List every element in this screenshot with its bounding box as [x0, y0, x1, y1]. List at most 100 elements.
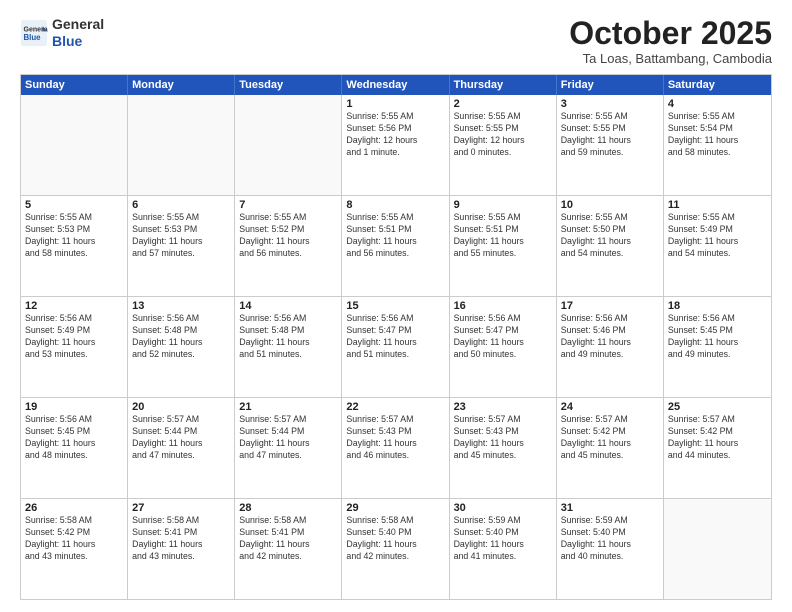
cell-content: Sunrise: 5:57 AM Sunset: 5:44 PM Dayligh… [239, 414, 337, 462]
empty-cell-0-2 [235, 95, 342, 195]
calendar-row-2: 12Sunrise: 5:56 AM Sunset: 5:49 PM Dayli… [21, 296, 771, 397]
cell-content: Sunrise: 5:55 AM Sunset: 5:53 PM Dayligh… [132, 212, 230, 260]
calendar-body: 1Sunrise: 5:55 AM Sunset: 5:56 PM Daylig… [21, 95, 771, 599]
day-cell-17: 17Sunrise: 5:56 AM Sunset: 5:46 PM Dayli… [557, 297, 664, 397]
day-number: 2 [454, 98, 552, 110]
cell-content: Sunrise: 5:55 AM Sunset: 5:49 PM Dayligh… [668, 212, 767, 260]
weekday-header-tuesday: Tuesday [235, 75, 342, 95]
cell-content: Sunrise: 5:56 AM Sunset: 5:47 PM Dayligh… [454, 313, 552, 361]
cell-content: Sunrise: 5:56 AM Sunset: 5:47 PM Dayligh… [346, 313, 444, 361]
cell-content: Sunrise: 5:55 AM Sunset: 5:51 PM Dayligh… [454, 212, 552, 260]
cell-content: Sunrise: 5:55 AM Sunset: 5:53 PM Dayligh… [25, 212, 123, 260]
day-cell-27: 27Sunrise: 5:58 AM Sunset: 5:41 PM Dayli… [128, 499, 235, 599]
weekday-header-sunday: Sunday [21, 75, 128, 95]
day-cell-5: 5Sunrise: 5:55 AM Sunset: 5:53 PM Daylig… [21, 196, 128, 296]
day-number: 23 [454, 401, 552, 413]
day-number: 18 [668, 300, 767, 312]
cell-content: Sunrise: 5:55 AM Sunset: 5:50 PM Dayligh… [561, 212, 659, 260]
day-cell-12: 12Sunrise: 5:56 AM Sunset: 5:49 PM Dayli… [21, 297, 128, 397]
day-cell-22: 22Sunrise: 5:57 AM Sunset: 5:43 PM Dayli… [342, 398, 449, 498]
day-number: 13 [132, 300, 230, 312]
cell-content: Sunrise: 5:58 AM Sunset: 5:40 PM Dayligh… [346, 515, 444, 563]
day-cell-24: 24Sunrise: 5:57 AM Sunset: 5:42 PM Dayli… [557, 398, 664, 498]
cell-content: Sunrise: 5:55 AM Sunset: 5:52 PM Dayligh… [239, 212, 337, 260]
day-number: 5 [25, 199, 123, 211]
day-number: 6 [132, 199, 230, 211]
day-cell-2: 2Sunrise: 5:55 AM Sunset: 5:55 PM Daylig… [450, 95, 557, 195]
location: Ta Loas, Battambang, Cambodia [569, 51, 772, 66]
day-number: 29 [346, 502, 444, 514]
calendar-row-1: 5Sunrise: 5:55 AM Sunset: 5:53 PM Daylig… [21, 195, 771, 296]
weekday-header-thursday: Thursday [450, 75, 557, 95]
day-number: 27 [132, 502, 230, 514]
month-title: October 2025 [569, 16, 772, 51]
calendar-header: SundayMondayTuesdayWednesdayThursdayFrid… [21, 75, 771, 95]
cell-content: Sunrise: 5:57 AM Sunset: 5:42 PM Dayligh… [668, 414, 767, 462]
day-cell-13: 13Sunrise: 5:56 AM Sunset: 5:48 PM Dayli… [128, 297, 235, 397]
day-number: 25 [668, 401, 767, 413]
day-number: 7 [239, 199, 337, 211]
day-number: 3 [561, 98, 659, 110]
cell-content: Sunrise: 5:56 AM Sunset: 5:46 PM Dayligh… [561, 313, 659, 361]
day-number: 30 [454, 502, 552, 514]
day-cell-4: 4Sunrise: 5:55 AM Sunset: 5:54 PM Daylig… [664, 95, 771, 195]
day-number: 17 [561, 300, 659, 312]
cell-content: Sunrise: 5:56 AM Sunset: 5:45 PM Dayligh… [668, 313, 767, 361]
day-number: 22 [346, 401, 444, 413]
weekday-header-monday: Monday [128, 75, 235, 95]
day-cell-6: 6Sunrise: 5:55 AM Sunset: 5:53 PM Daylig… [128, 196, 235, 296]
logo: General Blue General Blue [20, 16, 104, 50]
page: General Blue General Blue October 2025 T… [0, 0, 792, 612]
day-number: 15 [346, 300, 444, 312]
header: General Blue General Blue October 2025 T… [20, 16, 772, 66]
logo-icon: General Blue [20, 19, 48, 47]
day-cell-28: 28Sunrise: 5:58 AM Sunset: 5:41 PM Dayli… [235, 499, 342, 599]
calendar-row-3: 19Sunrise: 5:56 AM Sunset: 5:45 PM Dayli… [21, 397, 771, 498]
day-cell-25: 25Sunrise: 5:57 AM Sunset: 5:42 PM Dayli… [664, 398, 771, 498]
day-number: 28 [239, 502, 337, 514]
cell-content: Sunrise: 5:58 AM Sunset: 5:41 PM Dayligh… [132, 515, 230, 563]
day-cell-26: 26Sunrise: 5:58 AM Sunset: 5:42 PM Dayli… [21, 499, 128, 599]
day-cell-1: 1Sunrise: 5:55 AM Sunset: 5:56 PM Daylig… [342, 95, 449, 195]
day-cell-23: 23Sunrise: 5:57 AM Sunset: 5:43 PM Dayli… [450, 398, 557, 498]
day-number: 21 [239, 401, 337, 413]
day-number: 16 [454, 300, 552, 312]
day-cell-19: 19Sunrise: 5:56 AM Sunset: 5:45 PM Dayli… [21, 398, 128, 498]
day-number: 24 [561, 401, 659, 413]
day-cell-7: 7Sunrise: 5:55 AM Sunset: 5:52 PM Daylig… [235, 196, 342, 296]
title-block: October 2025 Ta Loas, Battambang, Cambod… [569, 16, 772, 66]
weekday-header-wednesday: Wednesday [342, 75, 449, 95]
cell-content: Sunrise: 5:57 AM Sunset: 5:42 PM Dayligh… [561, 414, 659, 462]
day-number: 8 [346, 199, 444, 211]
cell-content: Sunrise: 5:58 AM Sunset: 5:41 PM Dayligh… [239, 515, 337, 563]
day-number: 19 [25, 401, 123, 413]
calendar: SundayMondayTuesdayWednesdayThursdayFrid… [20, 74, 772, 600]
day-cell-20: 20Sunrise: 5:57 AM Sunset: 5:44 PM Dayli… [128, 398, 235, 498]
cell-content: Sunrise: 5:59 AM Sunset: 5:40 PM Dayligh… [561, 515, 659, 563]
empty-cell-0-1 [128, 95, 235, 195]
cell-content: Sunrise: 5:55 AM Sunset: 5:51 PM Dayligh… [346, 212, 444, 260]
cell-content: Sunrise: 5:57 AM Sunset: 5:43 PM Dayligh… [346, 414, 444, 462]
day-cell-9: 9Sunrise: 5:55 AM Sunset: 5:51 PM Daylig… [450, 196, 557, 296]
calendar-row-4: 26Sunrise: 5:58 AM Sunset: 5:42 PM Dayli… [21, 498, 771, 599]
day-cell-21: 21Sunrise: 5:57 AM Sunset: 5:44 PM Dayli… [235, 398, 342, 498]
cell-content: Sunrise: 5:56 AM Sunset: 5:49 PM Dayligh… [25, 313, 123, 361]
cell-content: Sunrise: 5:55 AM Sunset: 5:54 PM Dayligh… [668, 111, 767, 159]
cell-content: Sunrise: 5:58 AM Sunset: 5:42 PM Dayligh… [25, 515, 123, 563]
day-cell-18: 18Sunrise: 5:56 AM Sunset: 5:45 PM Dayli… [664, 297, 771, 397]
day-cell-14: 14Sunrise: 5:56 AM Sunset: 5:48 PM Dayli… [235, 297, 342, 397]
day-cell-16: 16Sunrise: 5:56 AM Sunset: 5:47 PM Dayli… [450, 297, 557, 397]
day-number: 20 [132, 401, 230, 413]
day-number: 26 [25, 502, 123, 514]
day-cell-8: 8Sunrise: 5:55 AM Sunset: 5:51 PM Daylig… [342, 196, 449, 296]
calendar-row-0: 1Sunrise: 5:55 AM Sunset: 5:56 PM Daylig… [21, 95, 771, 195]
day-number: 4 [668, 98, 767, 110]
weekday-header-saturday: Saturday [664, 75, 771, 95]
cell-content: Sunrise: 5:55 AM Sunset: 5:55 PM Dayligh… [561, 111, 659, 159]
logo-blue-text: Blue [52, 33, 82, 49]
svg-text:Blue: Blue [24, 33, 42, 42]
day-cell-11: 11Sunrise: 5:55 AM Sunset: 5:49 PM Dayli… [664, 196, 771, 296]
logo-general-text: General [52, 16, 104, 32]
day-number: 10 [561, 199, 659, 211]
weekday-header-friday: Friday [557, 75, 664, 95]
